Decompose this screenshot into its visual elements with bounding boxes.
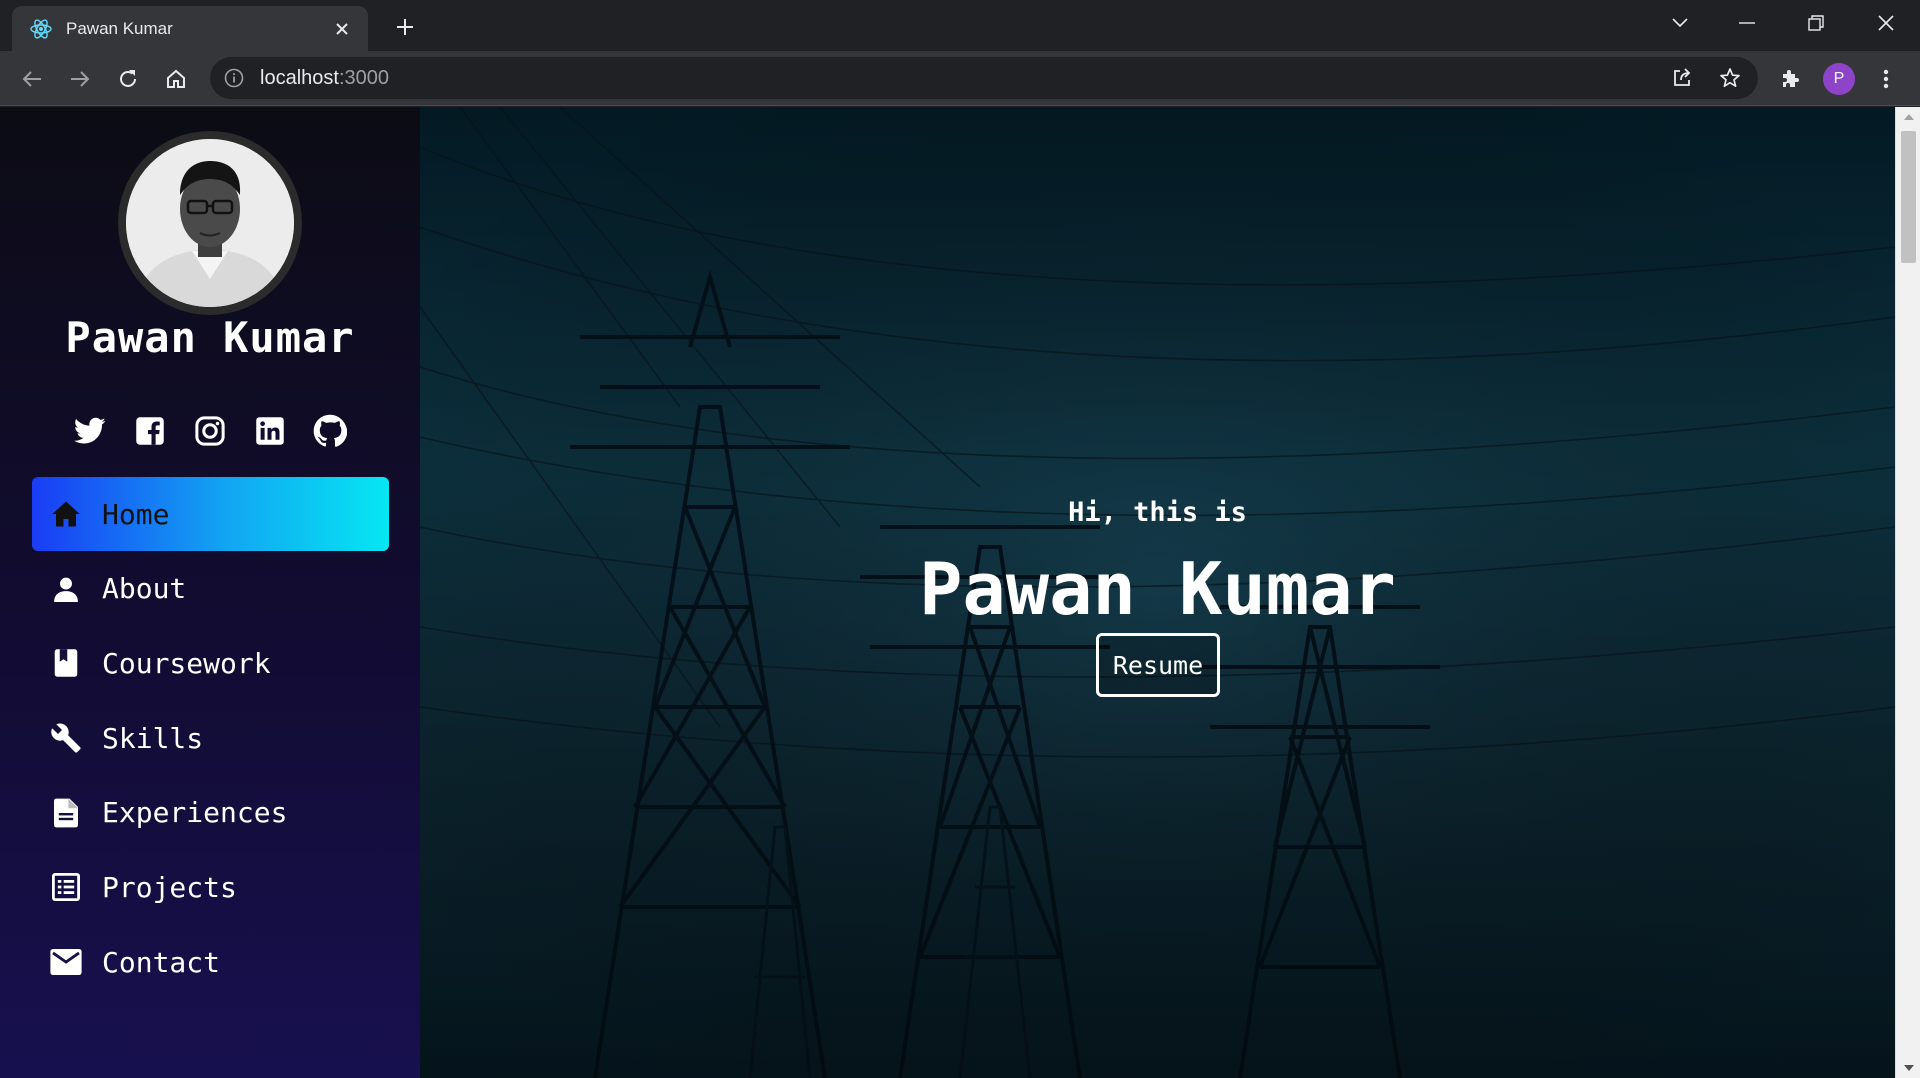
browser-tab[interactable]: Pawan Kumar [12, 6, 368, 51]
list-icon [50, 871, 82, 903]
facebook-icon[interactable] [132, 413, 168, 449]
hero-section: Hi, this is Pawan Kumar Resume [420, 107, 1895, 1078]
profile-avatar[interactable]: P [1823, 63, 1855, 95]
url-text: localhost:3000 [260, 67, 389, 90]
linkedin-icon[interactable] [252, 413, 288, 449]
resume-button[interactable]: Resume [1096, 633, 1220, 697]
minimize-icon[interactable] [1727, 8, 1767, 38]
nav-item-coursework[interactable]: Coursework [32, 626, 389, 700]
social-links [72, 413, 348, 453]
close-tab-icon[interactable] [330, 17, 354, 41]
tab-title: Pawan Kumar [66, 19, 173, 38]
reload-icon[interactable] [112, 63, 144, 95]
home-browser-icon[interactable] [160, 63, 192, 95]
hero-name: Pawan Kumar [919, 547, 1396, 631]
url-host: localhost [260, 67, 339, 89]
kebab-menu-icon[interactable] [1870, 63, 1902, 95]
scrollbar-thumb[interactable] [1901, 131, 1916, 263]
document-icon [50, 797, 82, 829]
sidebar-nav: Home About Coursework Skills Experiences… [32, 477, 389, 1000]
forward-arrow-icon[interactable] [64, 63, 96, 95]
hero-greeting: Hi, this is [1068, 497, 1247, 528]
wrench-icon [50, 722, 82, 754]
share-icon[interactable] [1668, 64, 1696, 92]
twitter-icon[interactable] [72, 413, 108, 449]
profile-picture-frame [118, 131, 302, 315]
nav-label-skills: Skills [102, 721, 204, 755]
window-close-icon[interactable] [1866, 8, 1906, 38]
react-favicon-icon [30, 18, 52, 40]
nav-item-contact[interactable]: Contact [32, 925, 389, 999]
mail-icon [50, 946, 82, 978]
github-icon[interactable] [312, 413, 348, 449]
new-tab-button[interactable] [390, 12, 420, 42]
nav-item-projects[interactable]: Projects [32, 850, 389, 924]
nav-label-experiences: Experiences [102, 796, 288, 830]
bookmark-star-icon[interactable] [1716, 64, 1744, 92]
sidebar: Pawan Kumar Home About Coursework Skills… [0, 107, 420, 1078]
book-icon [50, 647, 82, 679]
tab-strip: Pawan Kumar [0, 0, 1920, 51]
back-arrow-icon[interactable] [16, 63, 48, 95]
page-viewport: Pawan Kumar Home About Coursework Skills… [0, 107, 1920, 1078]
nav-item-about[interactable]: About [32, 552, 389, 626]
person-icon [50, 573, 82, 605]
scroll-up-arrow-icon[interactable] [1896, 107, 1920, 127]
profile-photo [126, 139, 294, 307]
address-bar[interactable]: localhost:3000 [210, 57, 1758, 99]
nav-label-about: About [102, 572, 187, 606]
nav-label-home: Home [102, 497, 170, 531]
extensions-icon[interactable] [1774, 63, 1806, 95]
scroll-down-arrow-icon[interactable] [1896, 1058, 1920, 1078]
nav-label-contact: Contact [102, 945, 221, 979]
url-port: :3000 [338, 67, 389, 89]
home-icon [50, 498, 82, 530]
browser-toolbar: localhost:3000 P [0, 51, 1920, 106]
tab-search-icon[interactable] [1660, 8, 1700, 38]
nav-item-experiences[interactable]: Experiences [32, 776, 389, 850]
nav-label-coursework: Coursework [102, 646, 271, 680]
profile-name: Pawan Kumar [65, 313, 355, 362]
nav-item-home[interactable]: Home [32, 477, 389, 551]
nav-label-projects: Projects [102, 870, 237, 904]
site-info-icon[interactable] [222, 66, 246, 90]
page-scrollbar[interactable] [1895, 107, 1920, 1078]
nav-item-skills[interactable]: Skills [32, 701, 389, 775]
restore-icon[interactable] [1796, 8, 1836, 38]
instagram-icon[interactable] [192, 413, 228, 449]
